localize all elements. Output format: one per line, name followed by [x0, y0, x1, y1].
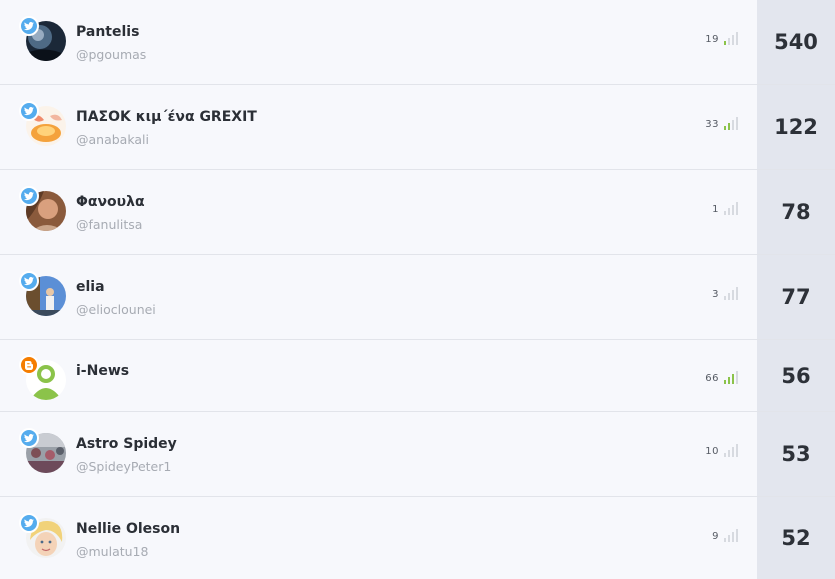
twitter-icon: [19, 16, 39, 36]
signal-metric: 19: [705, 31, 738, 45]
signal-strength-icon: [724, 370, 738, 384]
user-handle[interactable]: @elioclounei: [76, 302, 156, 317]
signal-strength-icon: [724, 443, 738, 457]
user-handle[interactable]: @anabakali: [76, 132, 149, 147]
avatar[interactable]: [19, 513, 66, 558]
user-name[interactable]: elia: [76, 279, 105, 295]
twitter-icon: [19, 186, 39, 206]
signal-metric: 66: [705, 370, 738, 384]
list-item[interactable]: Astro Spidey @SpideyPeter1 10 53: [0, 412, 835, 497]
avatar[interactable]: [19, 428, 66, 473]
list-item[interactable]: Φανουλα @fanulitsa 1 78: [0, 170, 835, 255]
user-name[interactable]: Φανουλα: [76, 194, 145, 210]
score-value: 122: [757, 85, 835, 169]
avatar[interactable]: [19, 355, 66, 400]
signal-metric: 9: [712, 528, 738, 542]
metric-count: 33: [705, 119, 719, 130]
score-value: 78: [757, 170, 835, 254]
user-name[interactable]: Astro Spidey: [76, 436, 177, 452]
avatar[interactable]: [19, 101, 66, 146]
signal-metric: 1: [712, 201, 738, 215]
signal-metric: 3: [712, 286, 738, 300]
score-value: 77: [757, 255, 835, 339]
list-item[interactable]: ΠΑΣΟΚ κιμ΄ένα GREXIT @anabakali 33 122: [0, 85, 835, 170]
user-handle[interactable]: @fanulitsa: [76, 217, 142, 232]
metric-count: 9: [712, 531, 719, 542]
signal-strength-icon: [724, 286, 738, 300]
signal-metric: 10: [705, 443, 738, 457]
user-name[interactable]: Pantelis: [76, 24, 139, 40]
list-item[interactable]: elia @elioclounei 3 77: [0, 255, 835, 340]
score-value: 52: [757, 497, 835, 579]
metric-count: 10: [705, 446, 719, 457]
avatar[interactable]: [19, 16, 66, 61]
twitter-icon: [19, 101, 39, 121]
user-name[interactable]: i-News: [76, 363, 129, 379]
twitter-icon: [19, 271, 39, 291]
metric-count: 19: [705, 34, 719, 45]
user-handle[interactable]: @pgoumas: [76, 47, 146, 62]
avatar[interactable]: [19, 271, 66, 316]
list-item[interactable]: i-News 66 56: [0, 340, 835, 412]
influencer-list: Pantelis @pgoumas 19 540 ΠΑΣΟΚ κιμ΄ένα G…: [0, 0, 835, 579]
score-value: 53: [757, 412, 835, 496]
user-handle[interactable]: @mulatu18: [76, 544, 148, 559]
signal-strength-icon: [724, 116, 738, 130]
user-handle[interactable]: @SpideyPeter1: [76, 459, 171, 474]
signal-metric: 33: [705, 116, 738, 130]
score-value: 56: [757, 340, 835, 411]
score-value: 540: [757, 0, 835, 84]
blogger-icon: [19, 355, 39, 375]
list-item[interactable]: Pantelis @pgoumas 19 540: [0, 0, 835, 85]
metric-count: 1: [712, 204, 719, 215]
signal-strength-icon: [724, 201, 738, 215]
user-name[interactable]: Nellie Oleson: [76, 521, 180, 537]
avatar[interactable]: [19, 186, 66, 231]
metric-count: 66: [705, 373, 719, 384]
signal-strength-icon: [724, 31, 738, 45]
list-item[interactable]: Nellie Oleson @mulatu18 9 52: [0, 497, 835, 579]
user-name[interactable]: ΠΑΣΟΚ κιμ΄ένα GREXIT: [76, 109, 257, 125]
signal-strength-icon: [724, 528, 738, 542]
metric-count: 3: [712, 289, 719, 300]
twitter-icon: [19, 428, 39, 448]
twitter-icon: [19, 513, 39, 533]
